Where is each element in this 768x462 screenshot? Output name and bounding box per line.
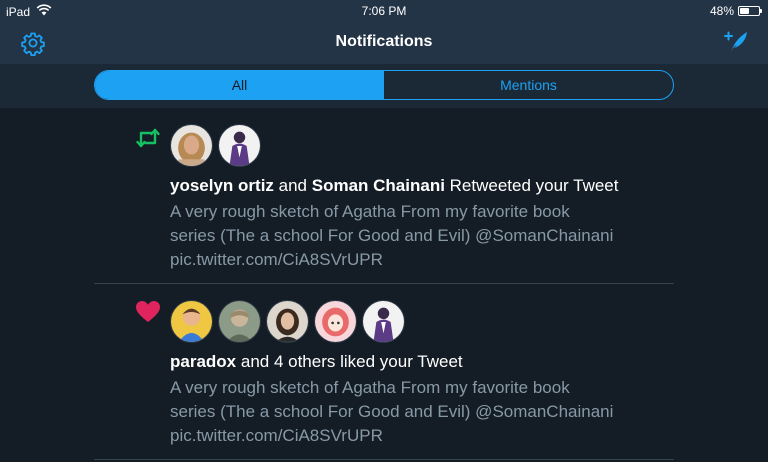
notification-headline: yoselyn ortiz and Soman Chainani Retweet… (170, 175, 670, 197)
tweet-line: series (The a school For Good and Evil) … (170, 402, 614, 421)
avatar-row (170, 300, 405, 343)
compose-tweet-icon (724, 31, 747, 52)
avatar-row (170, 124, 261, 167)
status-time: 7:06 PM (361, 4, 407, 18)
tweet-link[interactable]: pic.twitter.com/CiA8SVrUPR (170, 248, 670, 272)
actor-name[interactable]: yoselyn ortiz (170, 176, 274, 195)
battery-icon (738, 6, 762, 16)
status-right: 48% (709, 4, 762, 18)
notification-action: Retweeted your Tweet (444, 176, 619, 195)
notifications-screen: iPad 7:06 PM 48% Notifications All Menti… (0, 0, 768, 462)
notification-item[interactable]: paradox and 4 others liked your Tweet A … (94, 284, 674, 460)
tab-mentions[interactable]: Mentions (384, 71, 673, 99)
avatar[interactable] (170, 124, 213, 167)
compose-tweet-button[interactable] (722, 28, 750, 56)
tweet-text: A very rough sketch of Agatha From my fa… (170, 200, 670, 272)
avatar[interactable] (314, 300, 357, 343)
nav-bar: Notifications (0, 22, 768, 64)
notifications-tabs: All Mentions (94, 70, 674, 100)
avatar[interactable] (218, 300, 261, 343)
avatar[interactable] (218, 124, 261, 167)
status-bar: iPad 7:06 PM 48% (0, 0, 768, 22)
avatar[interactable] (362, 300, 405, 343)
tab-all[interactable]: All (95, 71, 384, 99)
retweet-icon (134, 124, 162, 152)
page-title: Notifications (335, 33, 433, 50)
tweet-link[interactable]: pic.twitter.com/CiA8SVrUPR (170, 424, 670, 448)
notification-action: and 4 others liked your Tweet (236, 352, 463, 371)
avatar[interactable] (266, 300, 309, 343)
actor-name[interactable]: Soman Chainani (312, 176, 445, 195)
battery-level-fill (740, 8, 749, 14)
tweet-text: A very rough sketch of Agatha From my fa… (170, 376, 670, 448)
heart-icon (134, 298, 162, 326)
headline-conjunction: and (273, 176, 312, 195)
notification-headline: paradox and 4 others liked your Tweet (170, 351, 670, 373)
tab-bar-area: All Mentions (0, 64, 768, 108)
tweet-line: A very rough sketch of Agatha From my fa… (170, 202, 570, 221)
notification-item[interactable]: yoselyn ortiz and Soman Chainani Retweet… (94, 108, 674, 284)
tweet-line: A very rough sketch of Agatha From my fa… (170, 378, 570, 397)
avatar[interactable] (170, 300, 213, 343)
battery-percent: 48% (709, 4, 734, 18)
actor-name[interactable]: paradox (170, 352, 236, 371)
tweet-line: series (The a school For Good and Evil) … (170, 226, 614, 245)
